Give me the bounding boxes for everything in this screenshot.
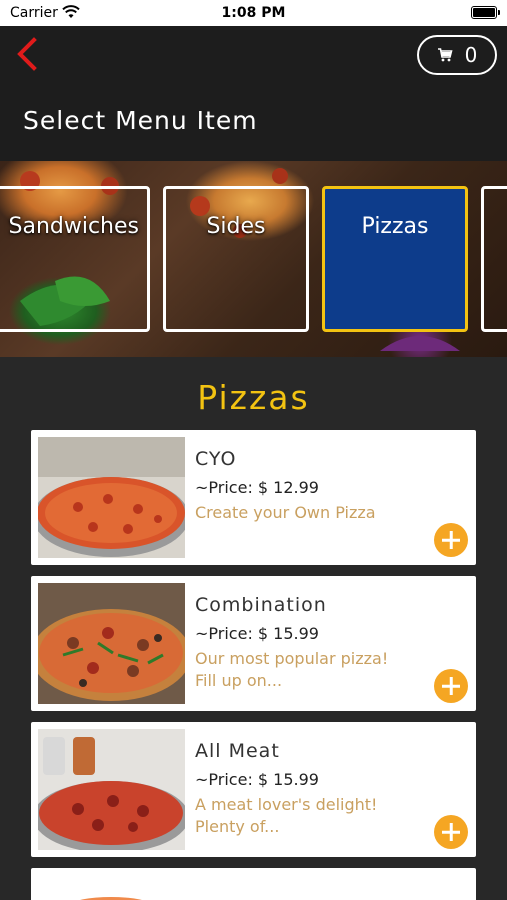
menu-item[interactable]: [31, 868, 476, 900]
menu-item[interactable]: Combination ~Price: $ 15.99 Our most pop…: [31, 576, 476, 711]
category-sandwiches[interactable]: Sandwiches: [0, 186, 150, 332]
item-description: Create your Own Pizza: [195, 503, 376, 522]
item-name: Combination: [195, 594, 327, 616]
status-time: 1:08 PM: [221, 5, 286, 21]
category-label: Pizzas: [361, 214, 429, 239]
menu-item[interactable]: CYO ~Price: $ 12.99 Create your Own Pizz…: [31, 430, 476, 565]
item-description: A meat lover's delight! Plenty of...: [195, 795, 378, 836]
category-pizzas[interactable]: Pizzas: [322, 186, 468, 332]
pizza-thumbnail: [38, 875, 185, 900]
pizza-thumbnail: [38, 437, 185, 558]
plus-circle-icon[interactable]: [434, 669, 468, 703]
category-banner: Sandwiches Sides Pizzas: [0, 161, 507, 357]
category-sides[interactable]: Sides: [163, 186, 309, 332]
item-price: ~Price: $ 15.99: [195, 770, 319, 789]
cart-count: 0: [464, 43, 478, 67]
item-name: CYO: [195, 448, 237, 470]
plus-circle-icon[interactable]: [434, 523, 468, 557]
item-price: ~Price: $ 15.99: [195, 624, 319, 643]
item-name: All Meat: [195, 740, 280, 762]
page-title: Select Menu Item: [23, 106, 258, 135]
category-label: Sandwiches: [8, 214, 140, 239]
chevron-left-icon[interactable]: [14, 36, 44, 72]
section-title: Pizzas: [197, 378, 310, 417]
battery-icon: [471, 6, 500, 19]
pizza-thumbnail: [38, 583, 185, 704]
category-next[interactable]: [481, 186, 507, 332]
item-price: ~Price: $ 12.99: [195, 478, 319, 497]
plus-circle-icon[interactable]: [434, 815, 468, 849]
cart-icon: [437, 48, 453, 62]
pizza-thumbnail: [38, 729, 185, 850]
menu-item[interactable]: All Meat ~Price: $ 15.99 A meat lover's …: [31, 722, 476, 857]
status-bar: Carrier 1:08 PM: [0, 0, 507, 26]
item-description: Our most popular pizza! Fill up on...: [195, 649, 389, 690]
category-label: Sides: [206, 214, 266, 239]
cart-button[interactable]: 0: [417, 35, 497, 75]
nav-bar: 0 Select Menu Item: [0, 26, 507, 161]
